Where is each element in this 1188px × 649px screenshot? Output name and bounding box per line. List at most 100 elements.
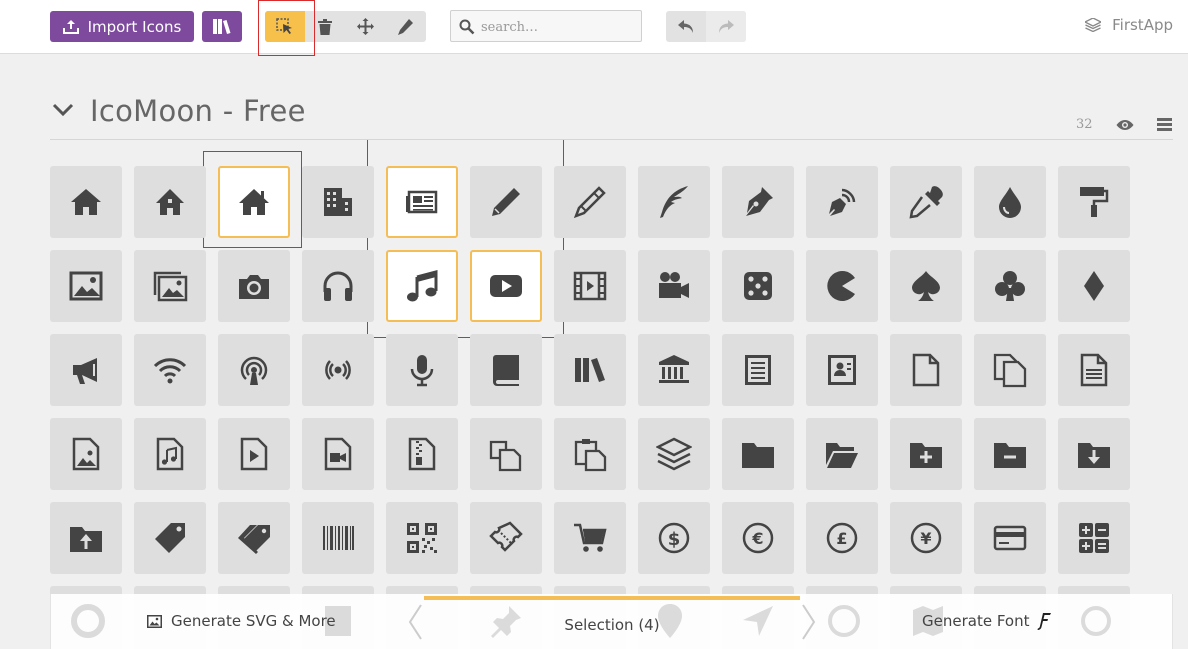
- icon-tile-folder-minus[interactable]: [974, 418, 1046, 490]
- project-selector[interactable]: FirstApp: [1085, 16, 1173, 34]
- icon-tile-home2[interactable]: [134, 166, 206, 238]
- history-icon: [1081, 606, 1111, 636]
- icon-tile-book[interactable]: [470, 334, 542, 406]
- icon-tile-blog[interactable]: [806, 166, 878, 238]
- icon-tile-stack[interactable]: [638, 418, 710, 490]
- icon-tile-droplet[interactable]: [974, 166, 1046, 238]
- icon-tile-coin-euro[interactable]: €: [722, 502, 794, 574]
- icon-tile-pacman[interactable]: [806, 250, 878, 322]
- icon-tile-clubs[interactable]: [974, 250, 1046, 322]
- icon-tile-diamonds[interactable]: [1058, 250, 1130, 322]
- icon-tile-folder[interactable]: [722, 418, 794, 490]
- icon-tile-file-video[interactable]: [302, 418, 374, 490]
- icon-tile-home[interactable]: [50, 166, 122, 238]
- icon-tile-camera[interactable]: [218, 250, 290, 322]
- folder-minus-icon: [994, 443, 1026, 468]
- move-tool-button[interactable]: [345, 11, 385, 42]
- library-icon: [659, 355, 689, 383]
- icon-tile-files-empty[interactable]: [974, 334, 1046, 406]
- undo-button[interactable]: [666, 11, 706, 42]
- icon-tile-coin-dollar[interactable]: $: [638, 502, 710, 574]
- icon-tile-newspaper[interactable]: [386, 166, 458, 238]
- icon-tile-paste[interactable]: [554, 418, 626, 490]
- ticket-icon: [489, 521, 523, 552]
- icon-tile-file-zip[interactable]: [386, 418, 458, 490]
- icon-tile-file-text[interactable]: [722, 334, 794, 406]
- icon-tile-video-camera[interactable]: [638, 250, 710, 322]
- search-box[interactable]: [450, 10, 642, 42]
- newspaper-icon: [406, 190, 438, 214]
- office-icon: [324, 188, 352, 216]
- eye-icon[interactable]: [1116, 118, 1134, 132]
- icon-tile-quill[interactable]: [638, 166, 710, 238]
- icon-count: 32: [1076, 117, 1093, 132]
- icon-tile-music[interactable]: [386, 250, 458, 322]
- icon-tile-images[interactable]: [134, 250, 206, 322]
- redo-button[interactable]: [706, 11, 746, 42]
- icon-tile-headphones[interactable]: [302, 250, 374, 322]
- icon-tile-play[interactable]: [470, 250, 542, 322]
- icon-tile-pencil2[interactable]: [554, 166, 626, 238]
- hamburger-menu-icon[interactable]: [1157, 118, 1172, 131]
- icon-tile-eyedropper[interactable]: [890, 166, 962, 238]
- icon-tile-books[interactable]: [554, 334, 626, 406]
- icon-tile-qrcode[interactable]: [386, 502, 458, 574]
- icon-tile-price-tags[interactable]: [218, 502, 290, 574]
- icon-tile-connection[interactable]: [134, 334, 206, 406]
- search-input[interactable]: [481, 16, 636, 38]
- icon-tile-calculator[interactable]: [1058, 502, 1130, 574]
- paint-format-icon: [1080, 187, 1109, 217]
- chevron-down-icon[interactable]: [52, 103, 74, 117]
- icon-tile-image[interactable]: [50, 250, 122, 322]
- icon-tile-file-music[interactable]: [134, 418, 206, 490]
- icon-tile-ticket[interactable]: [470, 502, 542, 574]
- select-tool-button[interactable]: [265, 11, 305, 42]
- edit-tool-button[interactable]: [385, 11, 425, 42]
- icon-set-header: IcoMoon - Free: [50, 94, 1173, 140]
- icon-tile-file-text2[interactable]: [1058, 334, 1130, 406]
- pencil-icon: [492, 188, 520, 216]
- icon-tile-library[interactable]: [638, 334, 710, 406]
- selection-tab[interactable]: Selection (4): [424, 596, 800, 649]
- generate-font-label: Generate Font: [922, 612, 1030, 630]
- icon-tile-folder-download[interactable]: [1058, 418, 1130, 490]
- generate-svg-button[interactable]: Generate SVG & More: [147, 612, 336, 630]
- feed-icon: [325, 360, 351, 380]
- icon-tile-folder-plus[interactable]: [890, 418, 962, 490]
- icon-tile-podcast[interactable]: [218, 334, 290, 406]
- icon-tile-pen[interactable]: [722, 166, 794, 238]
- icon-tile-home3[interactable]: [218, 166, 290, 238]
- icon-tile-spades[interactable]: [890, 250, 962, 322]
- icon-tile-file-picture[interactable]: [50, 418, 122, 490]
- icon-tile-office[interactable]: [302, 166, 374, 238]
- library-button[interactable]: [202, 11, 242, 42]
- icon-tile-paint-format[interactable]: [1058, 166, 1130, 238]
- camera-icon: [239, 275, 269, 299]
- icon-tile-credit-card[interactable]: [974, 502, 1046, 574]
- icon-tile-coin-yen[interactable]: ¥: [890, 502, 962, 574]
- icon-tile-file-empty[interactable]: [890, 334, 962, 406]
- icon-tile-coin-pound[interactable]: £: [806, 502, 878, 574]
- delete-tool-button[interactable]: [305, 11, 345, 42]
- icon-tile-feed[interactable]: [302, 334, 374, 406]
- quill-icon: [660, 186, 688, 218]
- import-icons-label: Import Icons: [87, 17, 182, 36]
- icon-tile-dice[interactable]: [722, 250, 794, 322]
- search-icon: [459, 19, 475, 35]
- icon-tile-film[interactable]: [554, 250, 626, 322]
- icon-tile-copy[interactable]: [470, 418, 542, 490]
- icon-tile-folder-upload[interactable]: [50, 502, 122, 574]
- icon-tile-barcode[interactable]: [302, 502, 374, 574]
- generate-font-button[interactable]: Generate Font: [922, 612, 1052, 630]
- icon-tile-cart[interactable]: [554, 502, 626, 574]
- project-name: FirstApp: [1112, 16, 1173, 34]
- icon-tile-file-play[interactable]: [218, 418, 290, 490]
- icon-tile-price-tag[interactable]: [134, 502, 206, 574]
- import-icons-button[interactable]: Import Icons: [50, 11, 194, 42]
- icon-tile-bullhorn[interactable]: [50, 334, 122, 406]
- icon-tile-mic[interactable]: [386, 334, 458, 406]
- icon-tile-profile[interactable]: [806, 334, 878, 406]
- icon-tile-pencil[interactable]: [470, 166, 542, 238]
- generate-svg-label: Generate SVG & More: [171, 612, 336, 630]
- icon-tile-folder-open[interactable]: [806, 418, 878, 490]
